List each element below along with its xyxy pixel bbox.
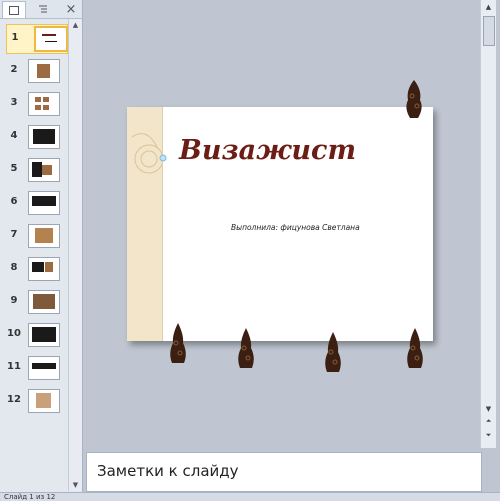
next-slide-icon[interactable]: ⏷ [482, 430, 495, 441]
slides-tab[interactable] [2, 1, 26, 18]
thumbnail-image [28, 125, 60, 149]
hair-ornament-icon[interactable] [323, 330, 343, 374]
scroll-up-icon[interactable]: ▲ [69, 19, 82, 31]
slide-thumbnail[interactable]: 9 [0, 288, 68, 316]
thumbnail-image [28, 158, 60, 182]
hair-ornament-icon[interactable] [236, 326, 256, 370]
thumbnail-number: 7 [10, 229, 18, 240]
slide-title[interactable]: Визажист [179, 135, 356, 166]
close-pane-button[interactable]: × [62, 1, 80, 17]
slide-thumbnail[interactable]: 2 [0, 57, 68, 85]
thumbnail-image [28, 323, 60, 347]
thumbnail-number: 8 [10, 262, 18, 273]
slide-canvas[interactable]: Визажист Выполнила: фицунова Светлана [127, 107, 433, 341]
thumbnail-number: 9 [10, 295, 18, 306]
notes-pane[interactable]: Заметки к слайду [86, 452, 482, 492]
slide-side-band [127, 107, 163, 341]
thumbnail-number: 12 [7, 394, 21, 405]
thumbnail-number: 4 [10, 130, 18, 141]
slide-subtitle[interactable]: Выполнила: фицунова Светлана [231, 223, 360, 232]
thumbnail-image [28, 224, 60, 248]
thumbnail-image [28, 257, 60, 281]
outline-tab[interactable] [32, 1, 54, 17]
thumbnail-image [28, 389, 60, 413]
slide-thumbnail[interactable]: 10 [0, 321, 68, 349]
scroll-down-icon[interactable]: ▼ [69, 479, 82, 491]
notes-placeholder[interactable]: Заметки к слайду [97, 462, 239, 480]
thumbnail-image [28, 290, 60, 314]
hair-ornament-icon[interactable] [405, 326, 425, 370]
slides-icon [9, 5, 19, 15]
slide-thumbnail[interactable]: 8 [0, 255, 68, 283]
slide-scrollbar[interactable]: ▲ ▼ ⏶ ⏷ [480, 0, 496, 448]
thumbnail-image [34, 26, 68, 52]
thumbnail-list: 1 2 3 4 5 6 7 8 9 10 11 12 [0, 20, 68, 490]
scroll-thumb[interactable] [483, 16, 495, 46]
pane-tabs: × [0, 0, 82, 19]
swirl-decoration [131, 133, 162, 174]
slide-thumbnail[interactable]: 12 [0, 387, 68, 415]
hair-ornament-icon[interactable] [168, 321, 188, 365]
thumbnail-image [28, 191, 60, 215]
scroll-down-icon[interactable]: ▼ [482, 404, 495, 415]
thumbnail-image [28, 59, 60, 83]
hair-ornament-icon[interactable] [404, 78, 424, 122]
slide-thumbnail[interactable]: 11 [0, 354, 68, 382]
thumbnail-scrollbar[interactable]: ▲ ▼ [68, 19, 82, 491]
slides-pane: × 1 2 3 4 5 6 7 8 9 10 11 12 ▲ ▼ [0, 0, 83, 492]
thumbnail-number: 3 [10, 97, 18, 108]
slide-thumbnail[interactable]: 7 [0, 222, 68, 250]
bullet-dot-icon [159, 154, 167, 162]
thumbnail-number: 11 [7, 361, 21, 372]
slide-thumbnail[interactable]: 5 [0, 156, 68, 184]
slide-thumbnail[interactable]: 3 [0, 90, 68, 118]
slide-thumbnail[interactable]: 1 [6, 24, 68, 54]
slide-thumbnail[interactable]: 6 [0, 189, 68, 217]
outline-icon [39, 5, 47, 12]
thumbnail-number: 5 [10, 163, 18, 174]
scroll-up-icon[interactable]: ▲ [482, 2, 495, 13]
thumbnail-number: 1 [11, 32, 19, 43]
thumbnail-image [28, 356, 60, 380]
thumbnail-number: 10 [7, 328, 21, 339]
slide-thumbnail[interactable]: 4 [0, 123, 68, 151]
previous-slide-icon[interactable]: ⏶ [482, 416, 495, 427]
thumbnail-image [28, 92, 60, 116]
thumbnail-number: 6 [10, 196, 18, 207]
thumbnail-number: 2 [10, 64, 18, 75]
